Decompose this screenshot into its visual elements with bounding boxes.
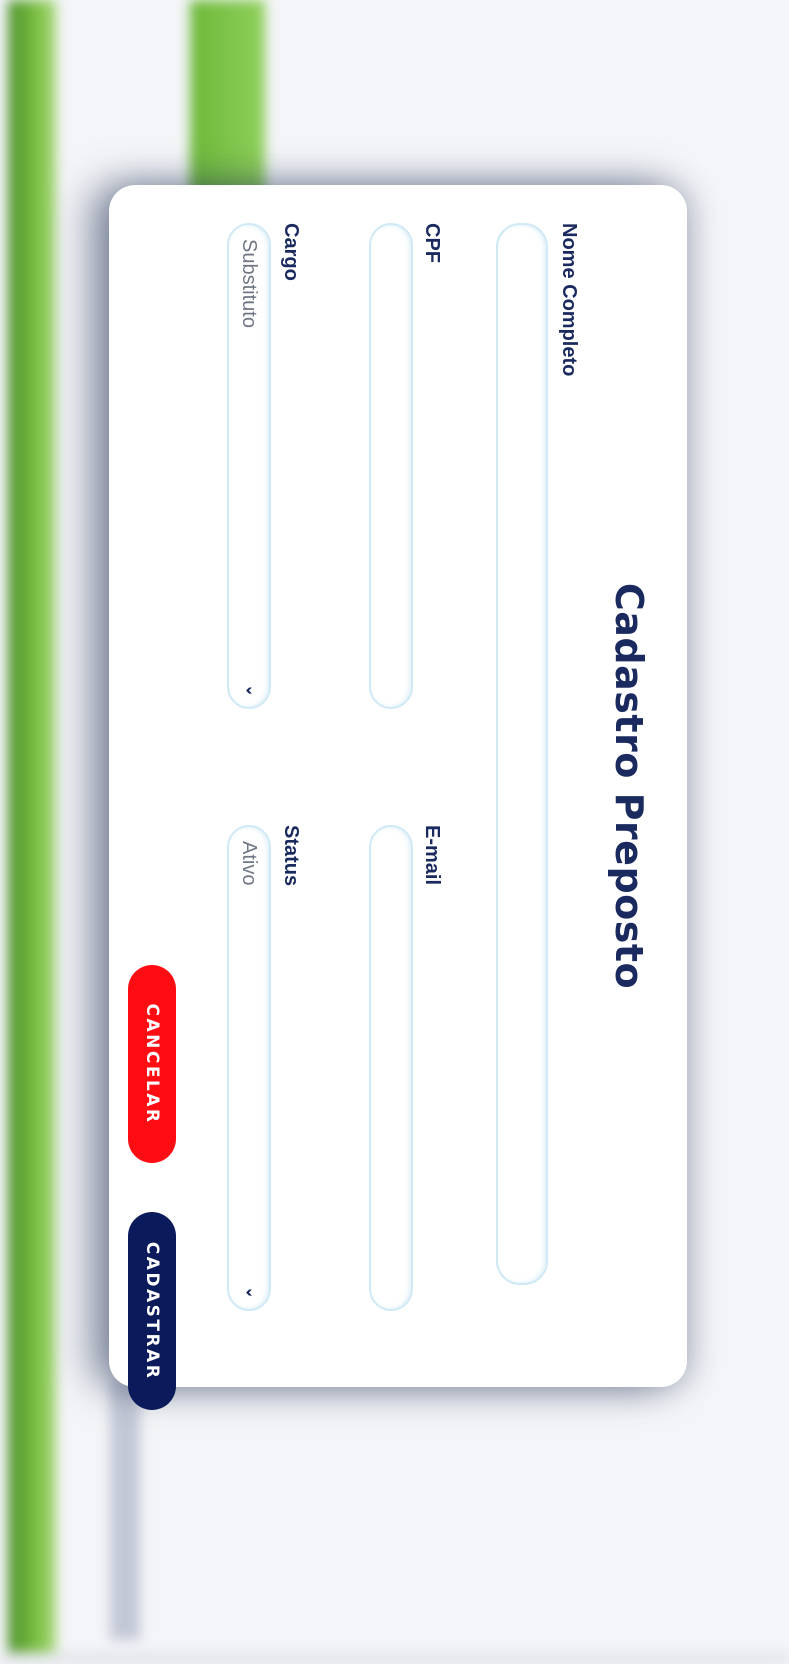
register-modal: Cadastro Preposto Nome Completo CPF E-ma…: [109, 185, 687, 1410]
cargo-select[interactable]: Substituto ›: [227, 223, 271, 709]
cpf-input[interactable]: [369, 223, 413, 709]
nome-completo-input[interactable]: [496, 223, 548, 1285]
chevron-down-icon: ›: [245, 682, 253, 700]
cargo-selected-value: Substituto: [238, 239, 261, 328]
status-label: Status: [280, 825, 302, 887]
cancel-button[interactable]: CANCELAR: [128, 965, 176, 1163]
status-selected-value: Ativo: [238, 841, 261, 886]
register-button[interactable]: CADASTRAR: [128, 1212, 176, 1410]
email-label: E-mail: [421, 825, 443, 886]
email-input[interactable]: [369, 825, 413, 1311]
rotated-screen: Cadastro Preposto Nome Completo CPF E-ma…: [0, 0, 789, 1664]
nome-completo-label: Nome Completo: [558, 223, 580, 377]
cpf-label: CPF: [421, 223, 443, 263]
modal-title: Cadastro Preposto: [607, 582, 651, 990]
status-select[interactable]: Ativo ›: [227, 825, 271, 1311]
chevron-down-icon: ›: [245, 1284, 253, 1302]
cargo-label: Cargo: [280, 223, 302, 281]
